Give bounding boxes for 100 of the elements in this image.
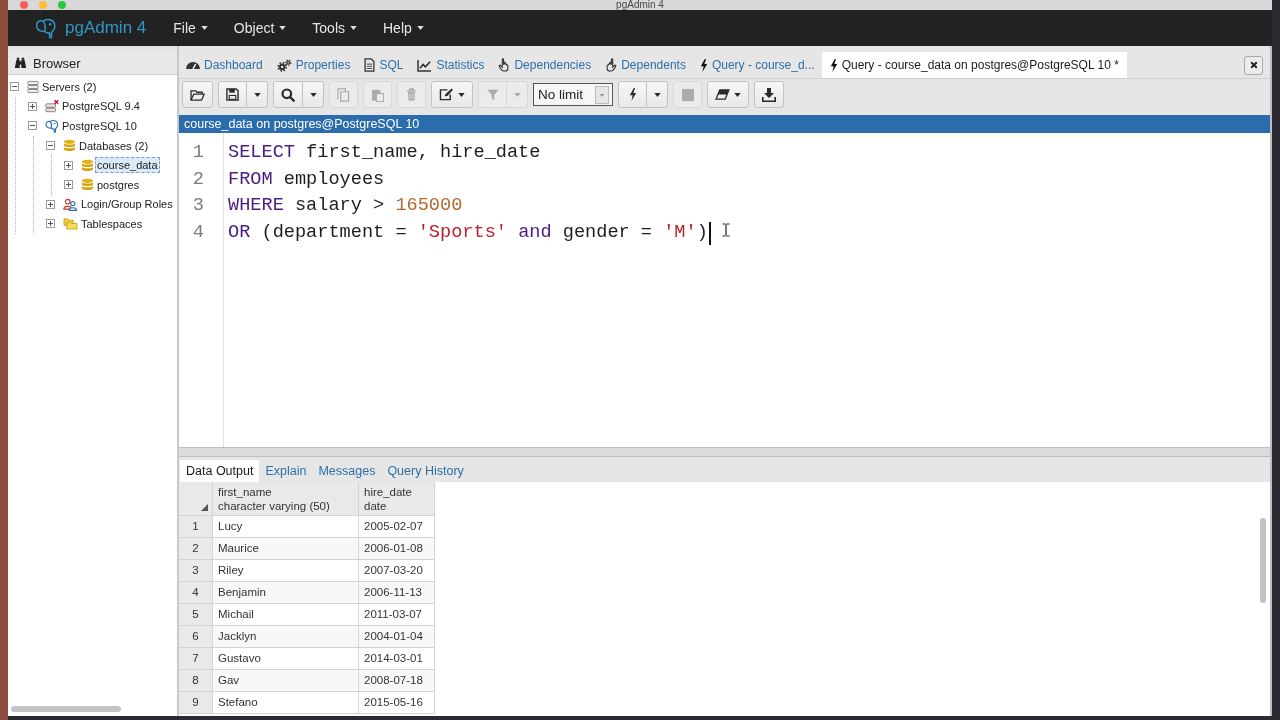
clear-button[interactable] — [707, 81, 749, 108]
document-icon — [364, 58, 376, 72]
tree-item[interactable]: postgres — [95, 176, 142, 193]
dropdown-button[interactable] — [247, 81, 268, 108]
row-number: 4 — [179, 582, 213, 604]
gauge-icon — [186, 61, 200, 69]
open-folder-icon — [190, 88, 205, 101]
caret-icon — [653, 92, 661, 97]
tree-item[interactable]: Login/Group Roles — [79, 196, 175, 213]
column-name: hire_date — [364, 484, 413, 499]
result-tab[interactable]: Query History — [381, 460, 470, 482]
minus-box-icon[interactable] — [28, 121, 37, 131]
row-number: 5 — [179, 604, 213, 626]
hand-pointer-icon — [605, 58, 618, 72]
table-cell: Gav — [213, 670, 359, 692]
plus-box-icon[interactable] — [46, 219, 55, 229]
plus-box-icon[interactable] — [46, 199, 55, 209]
lightning-bolt-icon — [829, 58, 838, 72]
database-icon — [81, 178, 94, 192]
result-tab[interactable]: Explain — [259, 460, 313, 482]
app-title: pgAdmin 4 — [65, 18, 147, 38]
table-cell: 2005-02-07 — [359, 516, 435, 538]
row-number: 2 — [179, 538, 213, 560]
column-type: date — [364, 498, 388, 513]
tree-item[interactable]: PostgreSQL 9.4 — [60, 98, 142, 115]
table-cell: Michail — [213, 604, 359, 626]
open-file-button[interactable] — [182, 81, 213, 108]
limit-select[interactable]: No limit — [533, 83, 613, 106]
table-cell: Stefano — [213, 692, 359, 714]
lightning-bolt-icon — [699, 58, 708, 72]
caret-icon — [309, 92, 317, 97]
funnel-icon — [486, 88, 499, 101]
table-cell: Riley — [213, 560, 359, 582]
execute-button[interactable] — [618, 81, 647, 108]
code-line: FROM employees — [228, 167, 385, 192]
tab[interactable]: SQL — [357, 52, 411, 78]
table-cell: Lucy — [213, 516, 359, 538]
table-cell: 2015-05-16 — [359, 692, 435, 714]
tree-item[interactable]: Tablespaces — [79, 215, 145, 232]
column-header[interactable]: hire_date date — [359, 482, 435, 516]
dropdown-button[interactable] — [303, 81, 324, 108]
download-icon — [762, 87, 776, 102]
code-line: SELECT first_name, hire_date — [228, 141, 541, 165]
line-chart-icon — [417, 58, 433, 72]
tab[interactable]: Query - course_data on postgres@PostgreSQL 10 * — [821, 52, 1127, 78]
minus-box-icon[interactable] — [10, 82, 19, 92]
code-line: WHERE salary > 165000 — [228, 194, 463, 219]
caret-icon — [279, 26, 287, 30]
tab[interactable]: Dependencies — [491, 52, 599, 78]
minus-box-icon[interactable] — [46, 141, 55, 151]
tab[interactable]: Properties — [269, 52, 358, 78]
close-button[interactable] — [1244, 55, 1263, 75]
scrollbar[interactable] — [11, 706, 121, 712]
plus-box-icon[interactable] — [64, 160, 73, 170]
result-tab[interactable]: Messages — [312, 460, 382, 482]
tab[interactable]: Statistics — [410, 52, 492, 78]
line-number: 3 — [191, 194, 205, 219]
table-cell: Benjamin — [213, 582, 359, 604]
connection-bar: course_data on postgres@PostgreSQL 10 — [179, 115, 1270, 133]
caret-icon — [200, 26, 208, 30]
save-button[interactable] — [218, 81, 247, 108]
ibeam-pointer-icon — [722, 223, 730, 237]
table-cell: Maurice — [213, 538, 359, 560]
search-icon — [281, 87, 295, 102]
table-cell: Jacklyn — [213, 626, 359, 648]
panel-title: Browser — [33, 55, 81, 71]
folders-icon — [63, 217, 78, 231]
menu-button[interactable]: Help — [370, 16, 437, 40]
tab[interactable]: Query - course_d... — [692, 52, 822, 78]
row-number: 1 — [179, 516, 213, 538]
row-number: 7 — [179, 648, 213, 670]
tab[interactable]: Dashboard — [179, 52, 270, 78]
corner-triangle-icon — [201, 504, 208, 511]
menu-button[interactable]: File — [160, 16, 221, 40]
tree-item[interactable]: Databases (2) — [77, 137, 151, 154]
menu-button[interactable]: Tools — [299, 16, 370, 40]
tree-item[interactable]: course_data — [95, 157, 160, 174]
edit-button[interactable] — [431, 81, 473, 108]
column-header[interactable]: first_name character varying (50) — [213, 482, 359, 516]
tree-item[interactable]: Servers (2) — [40, 78, 99, 95]
tab[interactable]: Dependents — [598, 52, 693, 78]
code-line: OR (department = 'Sports' and gender = 'M') — [228, 220, 708, 245]
plus-box-icon[interactable] — [28, 101, 37, 111]
caret-icon — [350, 26, 357, 30]
square-icon — [681, 88, 694, 101]
table-cell: 2004-01-04 — [359, 626, 435, 648]
users-icon — [63, 197, 78, 211]
table-cell: 2011-03-07 — [359, 604, 435, 626]
scrollbar[interactable] — [1260, 518, 1266, 603]
row-number: 9 — [179, 692, 213, 714]
menu-button[interactable]: Object — [220, 16, 300, 40]
tree-item[interactable]: PostgreSQL 10 — [60, 118, 139, 134]
close-icon — [1249, 61, 1258, 69]
result-tab[interactable]: Data Output — [180, 460, 260, 482]
dropdown-button[interactable] — [647, 81, 668, 108]
plus-box-icon[interactable] — [64, 180, 73, 190]
search-button[interactable] — [273, 81, 303, 108]
table-cell: 2006-11-13 — [359, 582, 435, 604]
hand-pointer-icon — [498, 58, 511, 72]
download-button[interactable] — [754, 81, 784, 108]
